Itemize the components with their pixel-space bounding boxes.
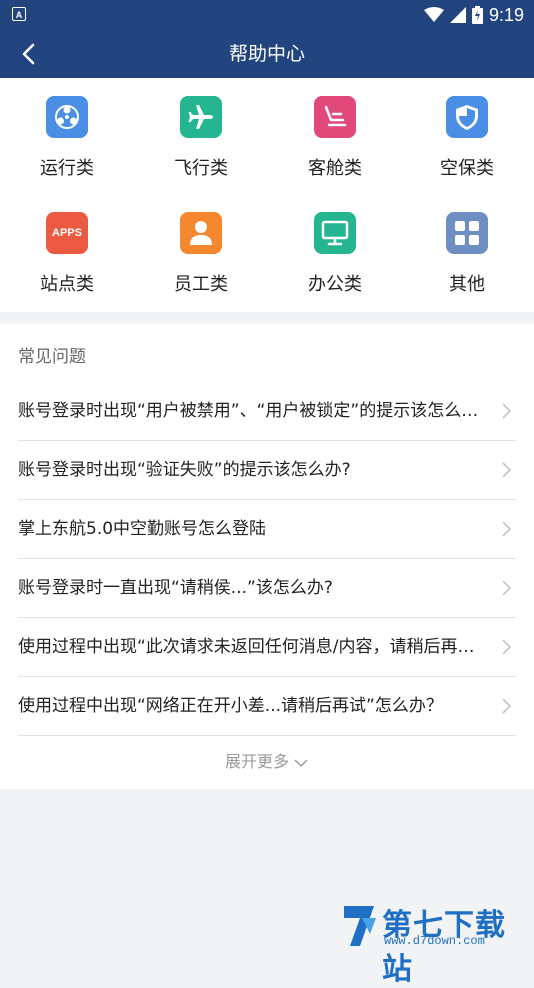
faq-item[interactable]: 使用过程中出现“此次请求未返回任何消息/内容，请稍后再试”怎么办？ (18, 618, 516, 677)
monitor-icon (314, 212, 356, 254)
watermark: 第七下载站 www.d7down.com (340, 898, 530, 987)
category-other[interactable]: 其他 (400, 194, 534, 304)
faq-item[interactable]: 账号登录时出现“验证失败”的提示该怎么办? (18, 441, 516, 500)
category-label: 办公类 (308, 274, 362, 295)
page-title: 帮助中心 (228, 43, 305, 65)
shield-icon (446, 96, 488, 138)
category-grid: 运行类 飞行类 客舱类 空保类 APPS 站点类 员工类 办公类 其他 (0, 78, 534, 312)
battery-icon (471, 6, 483, 24)
signal-icon (449, 7, 466, 23)
faq-question: 账号登录时出现“用户被禁用”、“用户被锁定”的提示该怎么办？ (18, 401, 484, 421)
seat-icon (314, 96, 356, 138)
category-office[interactable]: 办公类 (268, 194, 402, 304)
network-icon (46, 96, 88, 138)
faq-item[interactable]: 掌上东航5.0中空勤账号怎么登陆 (18, 500, 516, 559)
expand-more-button[interactable]: 展开更多 (0, 735, 534, 789)
chevron-right-icon (502, 462, 512, 478)
wifi-icon (423, 7, 444, 22)
category-label: 运行类 (40, 158, 94, 179)
faq-item[interactable]: 使用过程中出现“网络正在开小差...请稍后再试”怎么办？ (18, 677, 516, 736)
category-label: 客舱类 (308, 158, 362, 179)
category-cabin[interactable]: 客舱类 (268, 78, 402, 188)
category-security[interactable]: 空保类 (400, 78, 534, 188)
faq-question: 使用过程中出现“网络正在开小差...请稍后再试”怎么办？ (18, 696, 443, 716)
nav-bar: 帮助中心 (0, 30, 534, 78)
category-station[interactable]: APPS 站点类 (0, 194, 134, 304)
category-label: 飞行类 (174, 158, 228, 179)
status-bar: A 9:19 (0, 0, 534, 30)
chevron-right-icon (502, 403, 512, 419)
category-staff[interactable]: 员工类 (134, 194, 268, 304)
category-label: 员工类 (174, 274, 228, 295)
category-label: 其他 (449, 274, 485, 295)
person-icon (180, 212, 222, 254)
faq-item[interactable]: 账号登录时出现“用户被禁用”、“用户被锁定”的提示该怎么办？ (18, 382, 516, 441)
clock: 9:19 (488, 4, 524, 25)
category-label: 站点类 (40, 274, 94, 295)
grid-icon (446, 212, 488, 254)
expand-more-label: 展开更多 (224, 752, 289, 771)
faq-item[interactable]: 账号登录时一直出现“请稍侯...”该怎么办? (18, 559, 516, 618)
chevron-right-icon (502, 698, 512, 714)
watermark-logo-icon (344, 906, 376, 946)
chevron-down-icon (294, 758, 308, 767)
chevron-right-icon (502, 521, 512, 537)
category-flight[interactable]: 飞行类 (134, 78, 268, 188)
faq-question: 掌上东航5.0中空勤账号怎么登陆 (18, 519, 267, 539)
faq-question: 账号登录时出现“验证失败”的提示该怎么办? (18, 460, 351, 480)
airplane-icon (180, 96, 222, 138)
apps-icon: APPS (46, 212, 88, 254)
faq-question: 账号登录时一直出现“请稍侯...”该怎么办? (18, 578, 333, 598)
chevron-right-icon (502, 639, 512, 655)
app-notification-icon: A (12, 7, 26, 21)
watermark-url: www.d7down.com (384, 934, 485, 948)
faq-section: 常见问题 账号登录时出现“用户被禁用”、“用户被锁定”的提示该怎么办？ 账号登录… (0, 324, 534, 789)
category-run[interactable]: 运行类 (0, 78, 134, 188)
chevron-right-icon (502, 580, 512, 596)
apps-icon-text: APPS (52, 227, 82, 239)
faq-heading: 常见问题 (18, 347, 86, 367)
faq-question: 使用过程中出现“此次请求未返回任何消息/内容，请稍后再试”怎么办？ (18, 637, 484, 657)
category-label: 空保类 (440, 158, 494, 179)
